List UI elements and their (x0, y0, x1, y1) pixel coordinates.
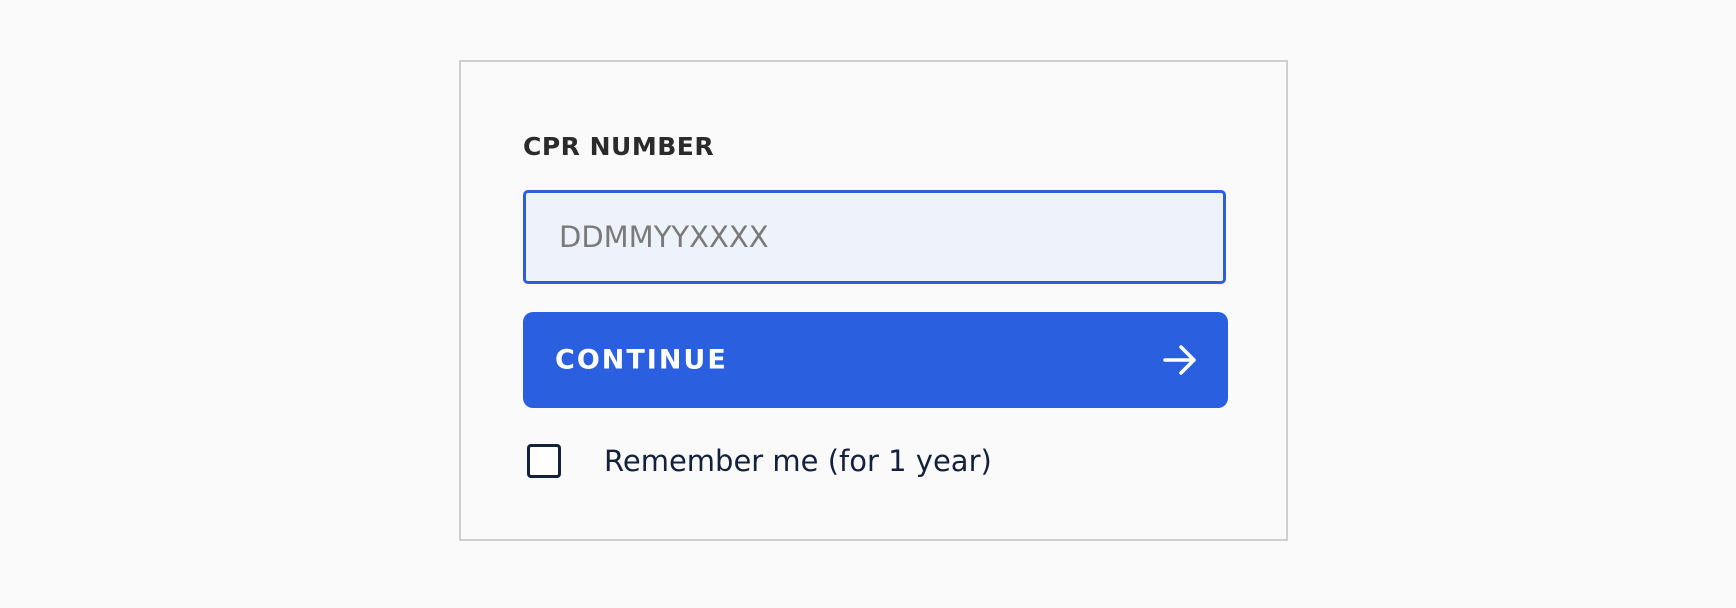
remember-me-option[interactable]: Remember me (for 1 year) (527, 436, 992, 486)
cpr-number-label: CPR NUMBER (523, 132, 715, 161)
remember-me-checkbox[interactable] (527, 444, 561, 478)
cpr-number-input[interactable] (523, 190, 1226, 284)
continue-button-label: CONTINUE (555, 344, 728, 376)
arrow-right-icon (1163, 345, 1196, 375)
login-card: CPR NUMBER CONTINUE Remember me (for 1 y… (459, 60, 1288, 541)
continue-button[interactable]: CONTINUE (523, 312, 1228, 408)
remember-me-label: Remember me (for 1 year) (604, 443, 992, 478)
